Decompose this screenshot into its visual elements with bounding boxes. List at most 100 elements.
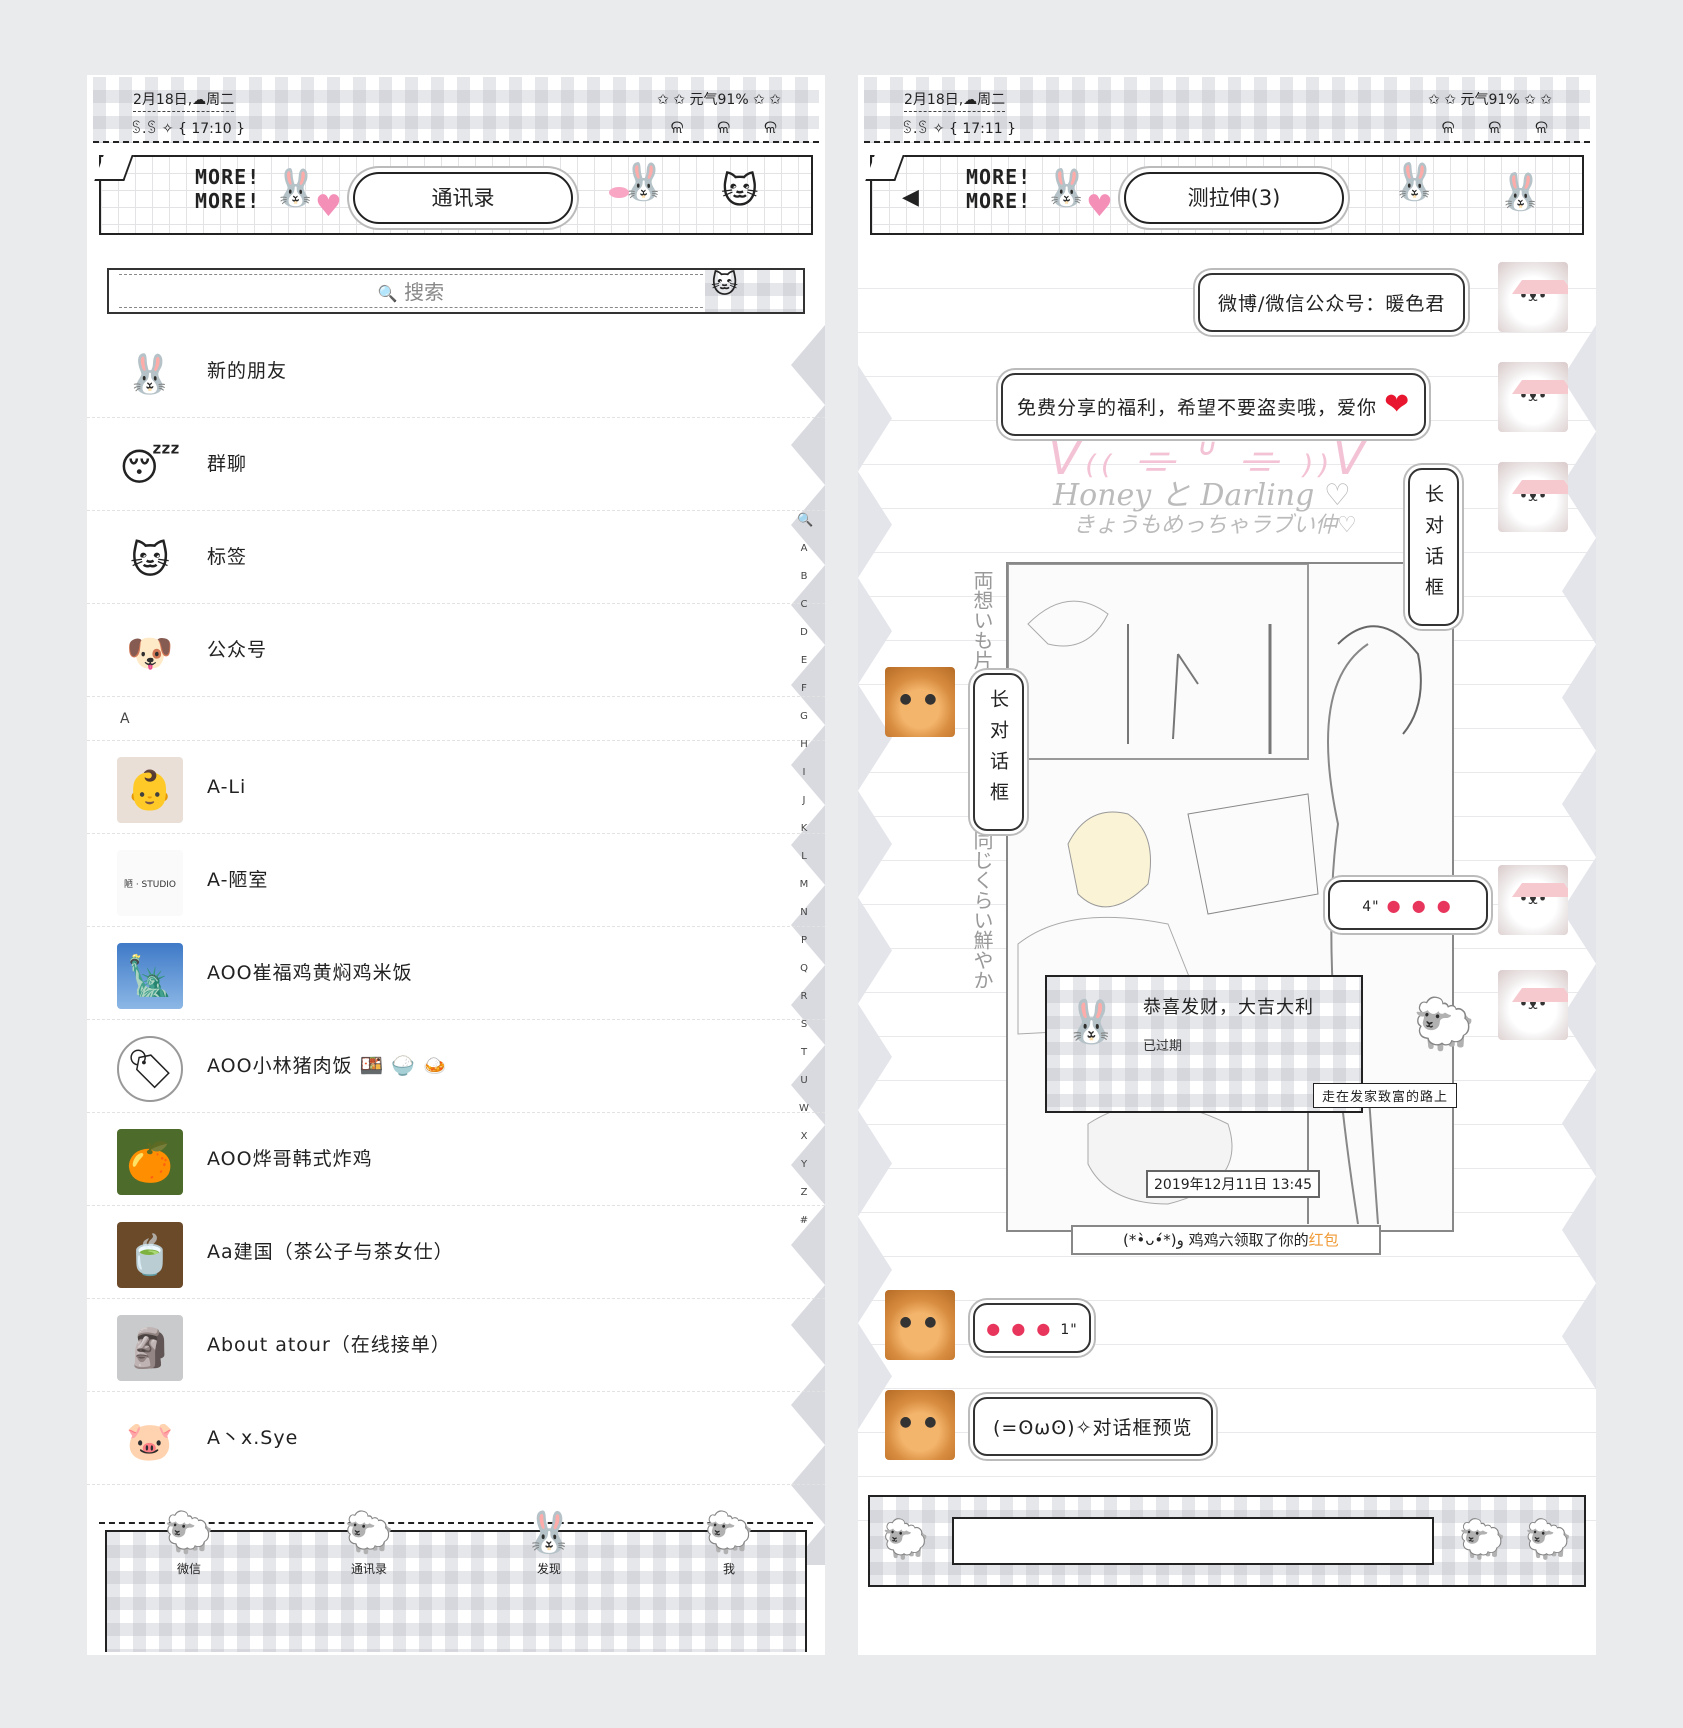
- tab-contacts[interactable]: 🐑 通讯录: [329, 1508, 409, 1577]
- tab-bar: 🐑 微信 🐑 通讯录 🐰 发现 🐑 我: [99, 1510, 813, 1652]
- index-letter[interactable]: 🔍: [797, 507, 813, 535]
- message-text: 长对话框: [987, 689, 1009, 813]
- cat-sticker-icon: 🐱: [721, 171, 759, 212]
- index-letter[interactable]: D: [797, 619, 811, 647]
- avatar[interactable]: [1498, 970, 1568, 1040]
- index-letter[interactable]: A: [797, 535, 811, 563]
- avatar[interactable]: [1498, 865, 1568, 935]
- contact-row[interactable]: 🗿 About atour（在线接单）: [87, 1299, 825, 1392]
- contact-row[interactable]: 陋 · STUDIO A-陋室: [87, 834, 825, 927]
- cat-peek-icon: 🐱: [711, 270, 739, 300]
- message-bubble-in[interactable]: 长对话框: [973, 673, 1024, 831]
- contact-row[interactable]: 🍊 AOO烨哥韩式炸鸡: [87, 1113, 825, 1206]
- index-letter[interactable]: C: [797, 591, 811, 619]
- avatar: 🍵: [117, 1222, 183, 1288]
- avatar[interactable]: [1498, 462, 1568, 532]
- message-input[interactable]: [952, 1517, 1434, 1565]
- message-bubble-out[interactable]: 微博/微信公众号：暖色君: [1198, 273, 1466, 332]
- red-packet-status: 已过期: [1143, 1039, 1183, 1054]
- contact-name: AOO小林猪肉饭 🍱 🍚 🍛: [207, 1055, 448, 1077]
- search-input[interactable]: 🔍 搜索: [119, 274, 703, 308]
- bunny-face-sticker-icon: 🐰: [621, 162, 666, 203]
- contact-name: AOO崔福鸡黄焖鸡米饭: [207, 962, 413, 984]
- avatar[interactable]: [885, 1390, 955, 1460]
- list-item-new-friends[interactable]: 🐰 新的朋友: [87, 325, 825, 418]
- contact-row[interactable]: 👶 A-Li: [87, 741, 825, 834]
- tab-me[interactable]: 🐑 我: [689, 1508, 769, 1577]
- list-item-label: 标签: [207, 546, 248, 568]
- status-deco: ଳ ଳ ଳ: [1441, 117, 1562, 138]
- status-date: 2月18日,☁周二: [133, 89, 235, 112]
- more-label: MORE! MORE!: [966, 165, 1032, 213]
- index-letter[interactable]: X: [797, 1123, 811, 1151]
- index-letter[interactable]: F: [797, 675, 811, 703]
- back-button[interactable]: ◀: [902, 185, 919, 210]
- heart-icon: ♥: [1086, 189, 1113, 224]
- emoji-icon[interactable]: 🐑: [1459, 1517, 1506, 1562]
- index-letter[interactable]: Q: [797, 955, 811, 983]
- status-deco: ଳ ଳ ଳ: [670, 117, 791, 138]
- heart-icon: ♥: [315, 189, 342, 224]
- contact-row[interactable]: 🏷 AOO小林猪肉饭 🍱 🍚 🍛: [87, 1020, 825, 1113]
- index-letter[interactable]: Z: [797, 1179, 811, 1207]
- avatar[interactable]: [1498, 362, 1568, 432]
- tab-label: 我: [722, 1562, 735, 1576]
- index-letter[interactable]: U: [797, 1067, 811, 1095]
- index-letter[interactable]: S: [797, 1011, 811, 1039]
- section-header-a: A: [87, 697, 825, 741]
- index-letter[interactable]: T: [797, 1039, 811, 1067]
- tab-label: 发现: [536, 1562, 561, 1576]
- avatar: 🐷: [117, 1408, 183, 1474]
- index-letter[interactable]: H: [797, 731, 811, 759]
- chat-screen: 2月18日,☁周二 ꌗ.ꌗ ✧ { 17:11 } ✩ ✩ 元气91% ✩ ✩ …: [858, 75, 1596, 1655]
- bunny-sticker-icon: 🐰: [1498, 172, 1543, 213]
- alphabet-index[interactable]: 🔍 A B C D E F G H I J K L M N P Q R S T …: [797, 507, 813, 1235]
- index-letter[interactable]: R: [797, 983, 811, 1011]
- index-letter[interactable]: B: [797, 563, 811, 591]
- tab-chats[interactable]: 🐑 微信: [149, 1508, 229, 1577]
- blush-mark: [609, 187, 629, 198]
- voice-duration: 1": [1060, 1322, 1078, 1338]
- contact-name: AOO烨哥韩式炸鸡: [207, 1148, 373, 1170]
- index-letter[interactable]: E: [797, 647, 811, 675]
- voice-bubble-out[interactable]: 4" ● ● ●: [1328, 880, 1488, 930]
- voice-duration: 4": [1362, 899, 1380, 915]
- index-letter[interactable]: J: [797, 787, 811, 815]
- message-bubble-in[interactable]: (=ʘωʘ)✧对话框预览: [973, 1397, 1213, 1456]
- status-date: 2月18日,☁周二: [904, 89, 1006, 112]
- index-letter[interactable]: K: [797, 815, 811, 843]
- voice-bubble-in[interactable]: ● ● ● 1": [973, 1303, 1091, 1353]
- avatar: 🗿: [117, 1315, 183, 1381]
- contact-row[interactable]: 🐷 A丶x.Sye: [87, 1392, 825, 1485]
- avatar[interactable]: [1498, 262, 1568, 332]
- list-item-group-chats[interactable]: 😴 群聊: [87, 418, 825, 511]
- red-packet-link[interactable]: 红包: [1309, 1231, 1339, 1249]
- list-item-tags[interactable]: 🐱 标签: [87, 511, 825, 604]
- index-letter[interactable]: L: [797, 843, 811, 871]
- header-banner: MORE! MORE! 🐰 ♥ 通讯录 🐰 🐱: [94, 155, 813, 235]
- search-bar[interactable]: 🔍 搜索 🐱: [107, 268, 805, 314]
- contact-row[interactable]: 🗽 AOO崔福鸡黄焖鸡米饭: [87, 927, 825, 1020]
- contact-row[interactable]: 🍵 Aa建国（茶公子与茶女仕）: [87, 1206, 825, 1299]
- voice-toggle-icon[interactable]: 🐑: [882, 1517, 929, 1562]
- sheep-icon: 🐑: [164, 1510, 214, 1556]
- message-bubble-out[interactable]: 长对话框: [1408, 468, 1459, 626]
- list-item-official-accounts[interactable]: 🐶 公众号: [87, 604, 825, 697]
- index-letter[interactable]: I: [797, 759, 811, 787]
- sheep-icon: 🐑: [344, 1510, 394, 1556]
- plus-icon[interactable]: 🐑: [1525, 1517, 1572, 1562]
- index-letter[interactable]: G: [797, 703, 811, 731]
- index-letter[interactable]: M: [797, 871, 811, 899]
- tab-discover[interactable]: 🐰 发现: [509, 1508, 589, 1577]
- fold-corner: [865, 155, 905, 181]
- index-letter[interactable]: Y: [797, 1151, 811, 1179]
- index-letter[interactable]: N: [797, 899, 811, 927]
- index-letter[interactable]: #: [797, 1207, 811, 1235]
- message-bubble-out[interactable]: 免费分享的福利，希望不要盗卖哦，爱你 ❤: [1001, 373, 1427, 436]
- message-text: (=ʘωʘ)✧对话框预览: [993, 1417, 1193, 1439]
- index-letter[interactable]: W: [797, 1095, 811, 1123]
- list-item-label: 公众号: [207, 639, 268, 661]
- avatar[interactable]: [885, 1290, 955, 1360]
- avatar[interactable]: [885, 667, 955, 737]
- index-letter[interactable]: P: [797, 927, 811, 955]
